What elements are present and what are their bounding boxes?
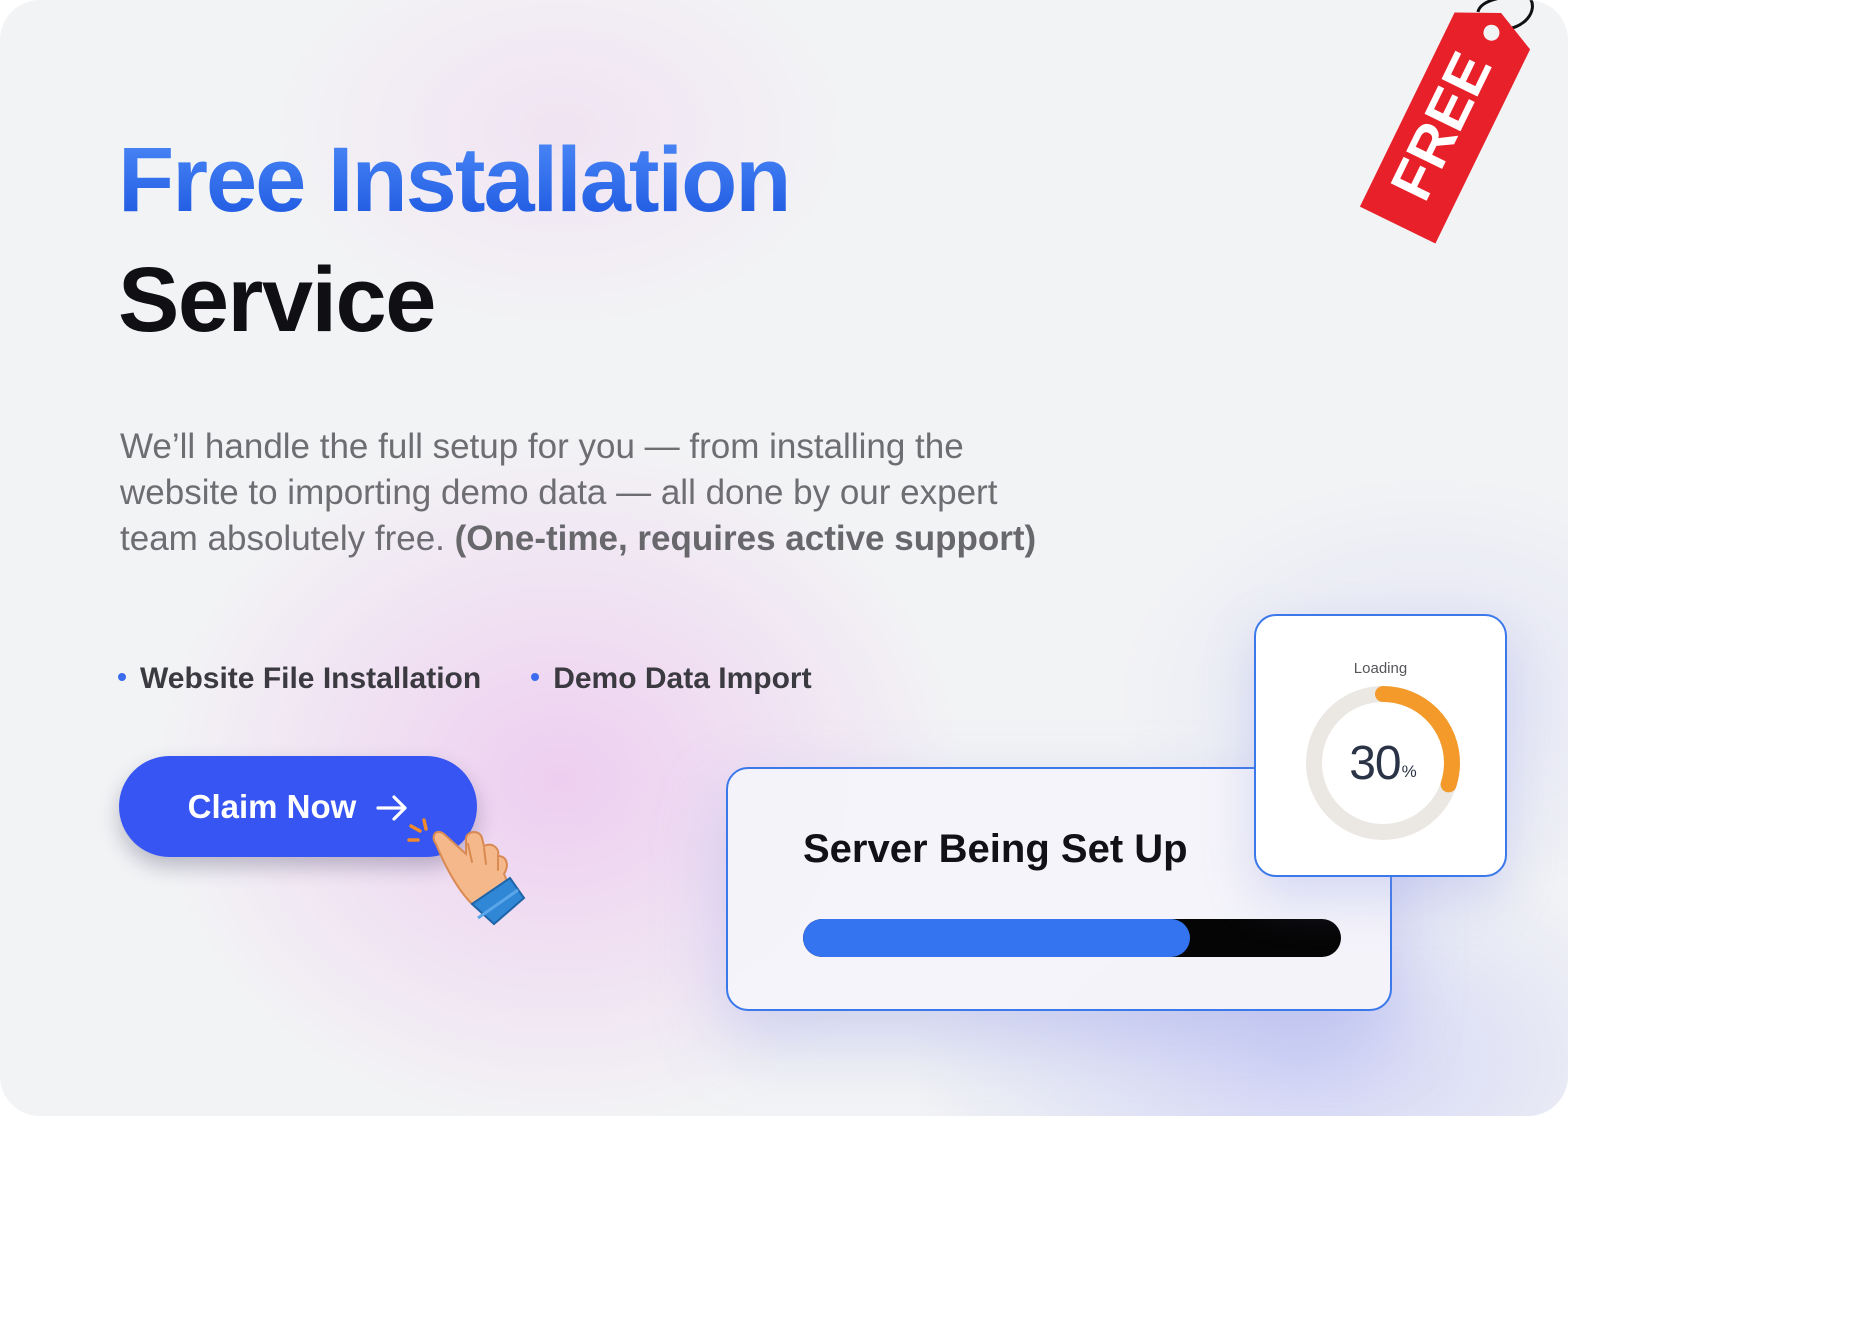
loading-value: 30 [1349,736,1401,790]
pointing-hand-icon [407,818,526,926]
claim-now-label: Claim Now [187,787,357,825]
feature-list: Website File Installation Demo Data Impo… [118,662,812,696]
loading-percentage: 30% [1304,684,1462,842]
progress-fill [803,919,1191,957]
bullet-icon [531,673,540,681]
title-main: Service [118,249,436,351]
loading-label: Loading [1353,660,1408,677]
title-highlight: Free Installation [118,129,791,231]
free-tag-icon: FREE [1359,0,1534,244]
bullet-icon [118,673,126,681]
server-status-title: Server Being Set Up [803,827,1188,871]
loading-unit: % [1401,762,1417,781]
feature-label: Demo Data Import [553,662,812,695]
feature-item: Website File Installation [118,662,481,696]
promo-card: Free Installation Service We’ll handle t… [0,0,1568,1116]
feature-label: Website File Installation [140,662,482,695]
description-note: (One-time, requires active support) [454,519,1037,558]
progress-bar [803,919,1341,957]
loading-card: Loading 30% [1254,614,1507,877]
arrow-right-icon [376,794,407,821]
description: We’ll handle the full setup for you — fr… [120,424,1040,562]
feature-item: Demo Data Import [531,662,812,696]
